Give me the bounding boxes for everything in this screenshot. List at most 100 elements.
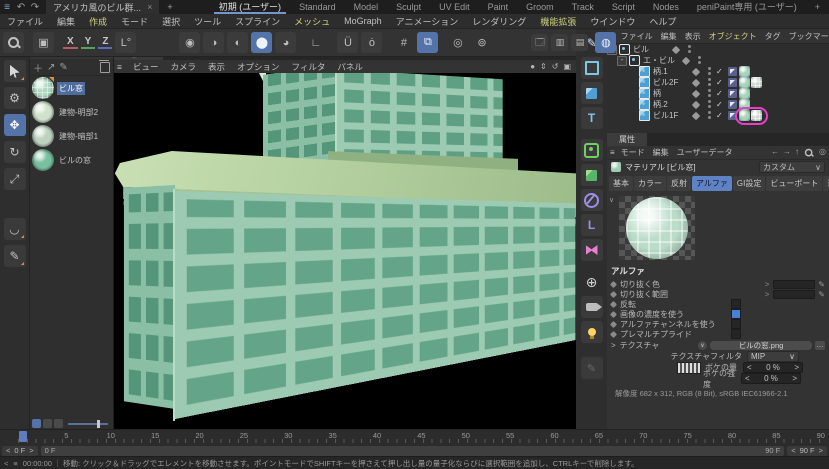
- list-view-icon[interactable]: [32, 419, 41, 428]
- scale-tool[interactable]: ⤢: [4, 168, 26, 190]
- menu-item[interactable]: アニメーション: [389, 15, 466, 28]
- move-tool[interactable]: ✥: [4, 114, 26, 136]
- om-menu-item[interactable]: ブックマーク: [785, 31, 829, 42]
- symmetry-polygon-icon[interactable]: [581, 239, 603, 261]
- clip-color-field[interactable]: [773, 280, 815, 289]
- camera-orbit-icon[interactable]: ●: [530, 62, 535, 71]
- object-tree-row[interactable]: - ビル2F ✓: [607, 77, 829, 88]
- eyedropper-icon[interactable]: ✎: [818, 280, 825, 289]
- phong-tag-icon[interactable]: [728, 67, 737, 76]
- menu-item[interactable]: ファイル: [0, 15, 50, 28]
- redo-icon[interactable]: ↷: [28, 2, 42, 13]
- checkbox[interactable]: [731, 319, 741, 329]
- camera-object-icon[interactable]: [581, 296, 603, 318]
- chevron-down-icon[interactable]: ∨: [698, 341, 707, 350]
- layout-tab[interactable]: Model: [345, 0, 388, 14]
- environment-sphere-icon[interactable]: ⊕: [581, 271, 603, 293]
- om-menu-item[interactable]: ファイル: [617, 31, 657, 42]
- layout-tab[interactable]: Nodes: [644, 0, 688, 14]
- om-menu-item[interactable]: タグ: [761, 31, 785, 42]
- attr-menu-item[interactable]: 編集: [649, 147, 673, 158]
- snap-grid-icon[interactable]: ⧉: [417, 32, 438, 53]
- layer-diamond-icon[interactable]: [692, 67, 700, 75]
- object-tree-row[interactable]: - 柄 ✓: [607, 88, 829, 99]
- timeline-ruler[interactable]: 051015202530354045505560657075808590: [0, 430, 829, 443]
- material-tags[interactable]: [739, 88, 750, 99]
- shading-wireframe-icon[interactable]: ◕: [275, 32, 296, 53]
- enabled-check-icon[interactable]: ✓: [716, 67, 726, 76]
- expand-icon[interactable]: >: [765, 280, 770, 289]
- visibility-dots-icon[interactable]: [697, 56, 702, 65]
- expand-icon[interactable]: >: [611, 341, 616, 350]
- blur-offset-stepper[interactable]: < 0 % >: [743, 362, 803, 373]
- menu-item[interactable]: スプライン: [228, 15, 287, 28]
- menu-item[interactable]: ウインドウ: [583, 15, 642, 28]
- 3d-scene[interactable]: [113, 73, 576, 430]
- layout-tab[interactable]: Standard: [290, 0, 345, 14]
- tweak-tool[interactable]: ⚙: [4, 87, 26, 109]
- layout-tab[interactable]: peniPaint専用 (ユーザー): [688, 0, 806, 14]
- layout-tab[interactable]: Script: [603, 0, 644, 14]
- parent-icon[interactable]: ↑: [795, 147, 799, 159]
- layout-tab[interactable]: Track: [563, 0, 603, 14]
- layout-tab[interactable]: Sculpt: [387, 0, 430, 14]
- collapse-preview-icon[interactable]: ∨: [609, 196, 617, 260]
- lock-icon[interactable]: ◎: [819, 147, 826, 159]
- material-preview[interactable]: [619, 196, 695, 260]
- menu-item[interactable]: ヘルプ: [642, 15, 683, 28]
- shading-constant-icon[interactable]: ◐: [227, 32, 248, 53]
- material-tags[interactable]: [739, 110, 762, 121]
- object-tree-row[interactable]: - 柄.2 ✓: [607, 99, 829, 110]
- checkbox[interactable]: [731, 299, 741, 309]
- expand-toggle-icon[interactable]: -: [617, 56, 627, 66]
- search-commander-button[interactable]: [3, 32, 24, 53]
- maximize-view-icon[interactable]: ▣: [563, 62, 571, 71]
- snap-circle-icon[interactable]: ◎: [447, 32, 468, 53]
- visibility-dots-icon[interactable]: [707, 100, 712, 109]
- load-material-icon[interactable]: ↗: [47, 62, 55, 73]
- add-material-button[interactable]: ＋: [33, 60, 43, 75]
- object-tree-row[interactable]: - ビル1F ✓: [607, 110, 829, 121]
- new-tab-button[interactable]: +: [159, 2, 180, 12]
- render-region-icon[interactable]: ▥: [551, 34, 568, 51]
- attr-menu-item[interactable]: ユーザーデータ: [673, 147, 737, 158]
- material-tag-window-icon[interactable]: [751, 77, 762, 88]
- blur-scale-stepper[interactable]: < 0 % >: [741, 373, 801, 384]
- eyedropper-icon[interactable]: ✎: [818, 290, 825, 299]
- channel-tab[interactable]: アルファ: [692, 176, 732, 191]
- enabled-check-icon[interactable]: ✓: [716, 100, 726, 109]
- thumbnail-size-slider[interactable]: [68, 423, 108, 425]
- axis-lock-x-button[interactable]: X: [63, 36, 78, 49]
- menu-item[interactable]: 作成: [82, 15, 114, 28]
- eyedropper-icon[interactable]: ✎: [59, 62, 67, 73]
- param-diamond-icon[interactable]: [610, 290, 617, 297]
- shading-gouraud-icon[interactable]: ◉: [179, 32, 200, 53]
- enabled-check-icon[interactable]: ✓: [716, 89, 726, 98]
- subdivision-surface-icon[interactable]: [581, 139, 603, 161]
- param-diamond-icon[interactable]: [610, 330, 617, 337]
- param-diamond-icon[interactable]: [610, 320, 617, 327]
- hamburger-menu-icon[interactable]: ≡: [113, 62, 126, 72]
- viewport-menu-item[interactable]: パネル: [331, 61, 369, 73]
- collapse-icon[interactable]: <: [4, 459, 8, 468]
- layout-tab[interactable]: 初期 (ユーザー): [210, 0, 290, 14]
- layout-tab[interactable]: UV Edit: [430, 0, 479, 14]
- param-diamond-icon[interactable]: [610, 300, 617, 307]
- layout-tab[interactable]: Groom: [517, 0, 563, 14]
- preset-dropdown[interactable]: カスタム ∨: [759, 161, 825, 173]
- menu-item[interactable]: メッシュ: [287, 15, 337, 28]
- view-reset-icon[interactable]: ↺: [552, 62, 559, 71]
- shading-hidden-line-icon[interactable]: ⬤: [251, 32, 272, 53]
- instance-axis-icon[interactable]: L: [581, 214, 603, 236]
- menu-item[interactable]: モード: [114, 15, 155, 28]
- render-view-icon[interactable]: 🗔: [531, 34, 548, 51]
- visibility-dots-icon[interactable]: [707, 67, 712, 76]
- end-frame-stepper[interactable]: < 90 F >: [787, 446, 827, 456]
- enable-axis-icon[interactable]: Ü: [337, 32, 358, 53]
- spline-pen-tool[interactable]: ✎: [4, 245, 26, 267]
- attributes-tab[interactable]: 属性: [607, 133, 647, 146]
- param-diamond-icon[interactable]: [610, 280, 617, 287]
- hamburger-menu-icon[interactable]: ≡: [0, 2, 14, 13]
- material-tags[interactable]: [739, 77, 762, 88]
- layer-diamond-icon[interactable]: [692, 78, 700, 86]
